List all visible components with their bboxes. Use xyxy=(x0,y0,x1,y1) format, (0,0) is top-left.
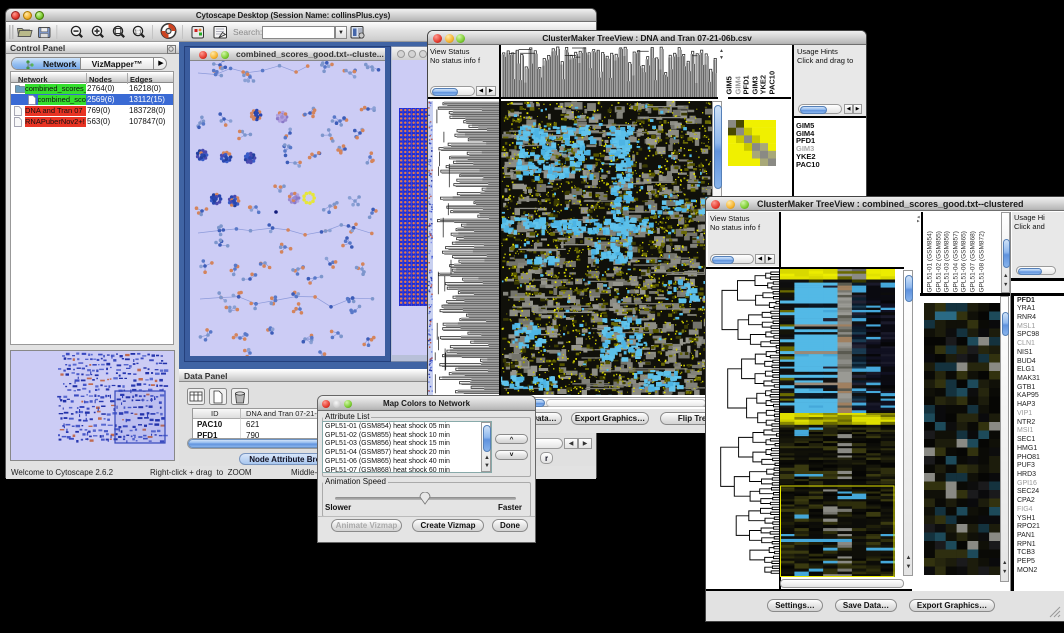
svg-text:1:1: 1:1 xyxy=(134,29,141,35)
